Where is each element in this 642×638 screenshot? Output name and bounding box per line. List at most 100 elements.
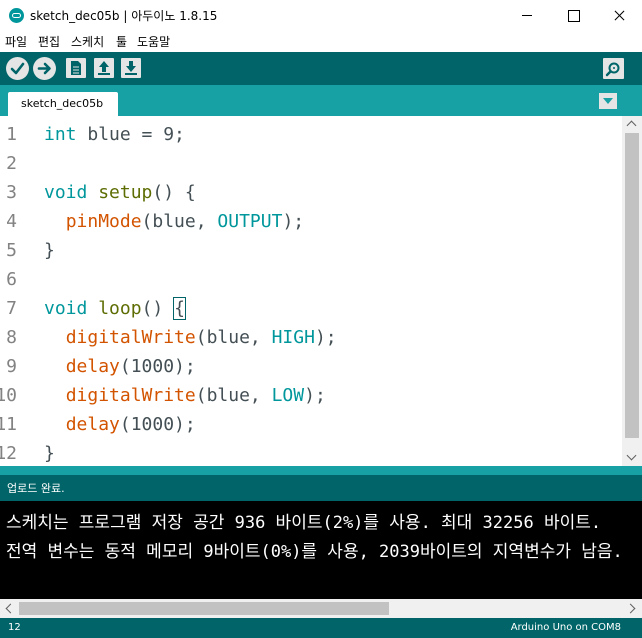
code-text[interactable]: pinMode(blue, OUTPUT); (44, 207, 304, 236)
code-text[interactable]: delay(1000); (44, 352, 196, 381)
code-line[interactable]: 11 delay(1000); (0, 410, 622, 439)
menu-edit[interactable]: 편집 (38, 33, 60, 50)
code-line[interactable]: 9 delay(1000); (0, 352, 622, 381)
line-number: 10 (0, 385, 17, 406)
code-line[interactable]: 3 void setup() { (0, 178, 622, 207)
upload-arrow-icon (98, 61, 110, 75)
code-token: OUTPUT (217, 211, 283, 232)
serial-monitor-button[interactable] (603, 58, 624, 79)
tab-strip: sketch_dec05b (0, 85, 642, 116)
menu-file[interactable]: 파일 (5, 33, 27, 50)
code-token: (blue, (195, 327, 272, 348)
scrollbar-thumb[interactable] (625, 133, 639, 438)
magnifier-icon (605, 62, 620, 77)
line-number: 1 (6, 124, 17, 145)
verify-button[interactable] (6, 57, 29, 80)
code-token: (blue, (141, 211, 218, 232)
code-editor[interactable]: 1 int blue = 9; 2 3 void setup() {4 pinMode(… (0, 116, 642, 466)
code-text[interactable]: void setup() { (44, 178, 196, 207)
code-token: ); (304, 385, 326, 406)
code-text[interactable]: } (44, 236, 55, 265)
code-line[interactable]: 7 void loop() { (0, 294, 622, 323)
window-title: sketch_dec05b | 아두이노 1.8.15 (30, 9, 218, 23)
minimize-button[interactable] (504, 0, 550, 31)
code-text[interactable]: void loop() { (44, 294, 186, 323)
code-text[interactable]: } (44, 439, 55, 466)
check-icon (10, 62, 25, 75)
scroll-down-icon[interactable] (622, 449, 642, 466)
line-number: 8 (6, 327, 17, 348)
scroll-left-icon[interactable] (0, 599, 19, 618)
scroll-right-icon[interactable] (623, 599, 642, 618)
code-token: (1000); (119, 414, 196, 435)
tab-sketch[interactable]: sketch_dec05b (8, 92, 118, 116)
console-horizontal-scrollbar[interactable] (0, 599, 642, 618)
menu-help[interactable]: 도움말 (137, 33, 170, 50)
menu-sketch[interactable]: 스케치 (71, 33, 104, 50)
save-button[interactable] (121, 58, 141, 78)
code-token: digitalWrite (65, 385, 196, 406)
menu-bar: 파일 편집 스케치 툴 도움말 (0, 31, 642, 52)
code-token: int (44, 124, 77, 145)
code-text[interactable]: int blue = 9; (44, 120, 185, 149)
line-number: 5 (6, 240, 17, 261)
new-button[interactable] (66, 58, 86, 78)
code-token: () (141, 298, 175, 319)
code-token: HIGH (271, 327, 315, 348)
upload-button[interactable] (33, 57, 56, 80)
scrollbar-thumb[interactable] (19, 602, 389, 615)
line-number: 9 (6, 356, 17, 377)
code-text[interactable]: delay(1000); (44, 410, 196, 439)
console-line: 스케치는 프로그램 저장 공간 936 바이트(2%)를 사용. 최대 3225… (6, 513, 602, 533)
code-token: LOW (271, 385, 305, 406)
line-number: 7 (6, 298, 17, 319)
line-number: 11 (0, 414, 17, 435)
toolbar (0, 52, 642, 85)
code-token: pinMode (65, 211, 142, 232)
code-token: loop (98, 298, 142, 319)
code-token: (blue, (195, 385, 272, 406)
code-line[interactable]: 2 (0, 149, 622, 178)
line-number: 6 (6, 269, 17, 290)
code-token: () { (152, 182, 196, 203)
code-line[interactable]: 8 digitalWrite(blue, HIGH); (0, 323, 622, 352)
console-line: 전역 변수는 동적 메모리 9바이트(0%)를 사용, 2039바이트의 지역변… (6, 542, 623, 562)
code-line[interactable]: 5} (0, 236, 622, 265)
code-token: } (44, 443, 55, 464)
close-button[interactable] (596, 0, 642, 31)
code-line[interactable]: 12} (0, 439, 622, 466)
menu-tools[interactable]: 툴 (116, 33, 127, 50)
code-token: ); (282, 211, 305, 232)
code-line[interactable]: 4 pinMode(blue, OUTPUT); (0, 207, 622, 236)
code-text[interactable]: digitalWrite(blue, LOW); (44, 381, 326, 410)
console-output: 스케치는 프로그램 저장 공간 936 바이트(2%)를 사용. 최대 3225… (0, 501, 642, 599)
editor-console-divider[interactable] (0, 466, 642, 475)
code-line[interactable]: 6 (0, 265, 622, 294)
line-number: 3 (6, 182, 17, 203)
tab-menu-button[interactable] (599, 93, 617, 109)
code-token: void (44, 182, 88, 203)
status-bar: 업로드 완료. (0, 475, 642, 501)
download-arrow-icon (125, 61, 137, 75)
arrow-right-icon (37, 62, 51, 75)
board-port-info: Arduino Uno on COM8 (510, 622, 621, 633)
current-line-number: 12 (8, 622, 21, 633)
code-line[interactable]: 10 digitalWrite(blue, LOW); (0, 381, 622, 410)
code-token: setup (98, 182, 153, 203)
code-token: } (44, 240, 55, 261)
scroll-up-icon[interactable] (622, 116, 642, 133)
open-button[interactable] (94, 58, 114, 78)
new-file-icon (71, 61, 81, 75)
code-token: digitalWrite (65, 327, 196, 348)
code-line[interactable]: 1 int blue = 9; (0, 120, 622, 149)
maximize-button[interactable] (550, 0, 596, 31)
code-text[interactable]: digitalWrite(blue, HIGH); (44, 323, 337, 352)
code-token: (1000); (119, 356, 196, 377)
title-bar: sketch_dec05b | 아두이노 1.8.15 (0, 0, 642, 31)
line-number: 12 (0, 443, 17, 464)
editor-vertical-scrollbar[interactable] (622, 116, 642, 466)
